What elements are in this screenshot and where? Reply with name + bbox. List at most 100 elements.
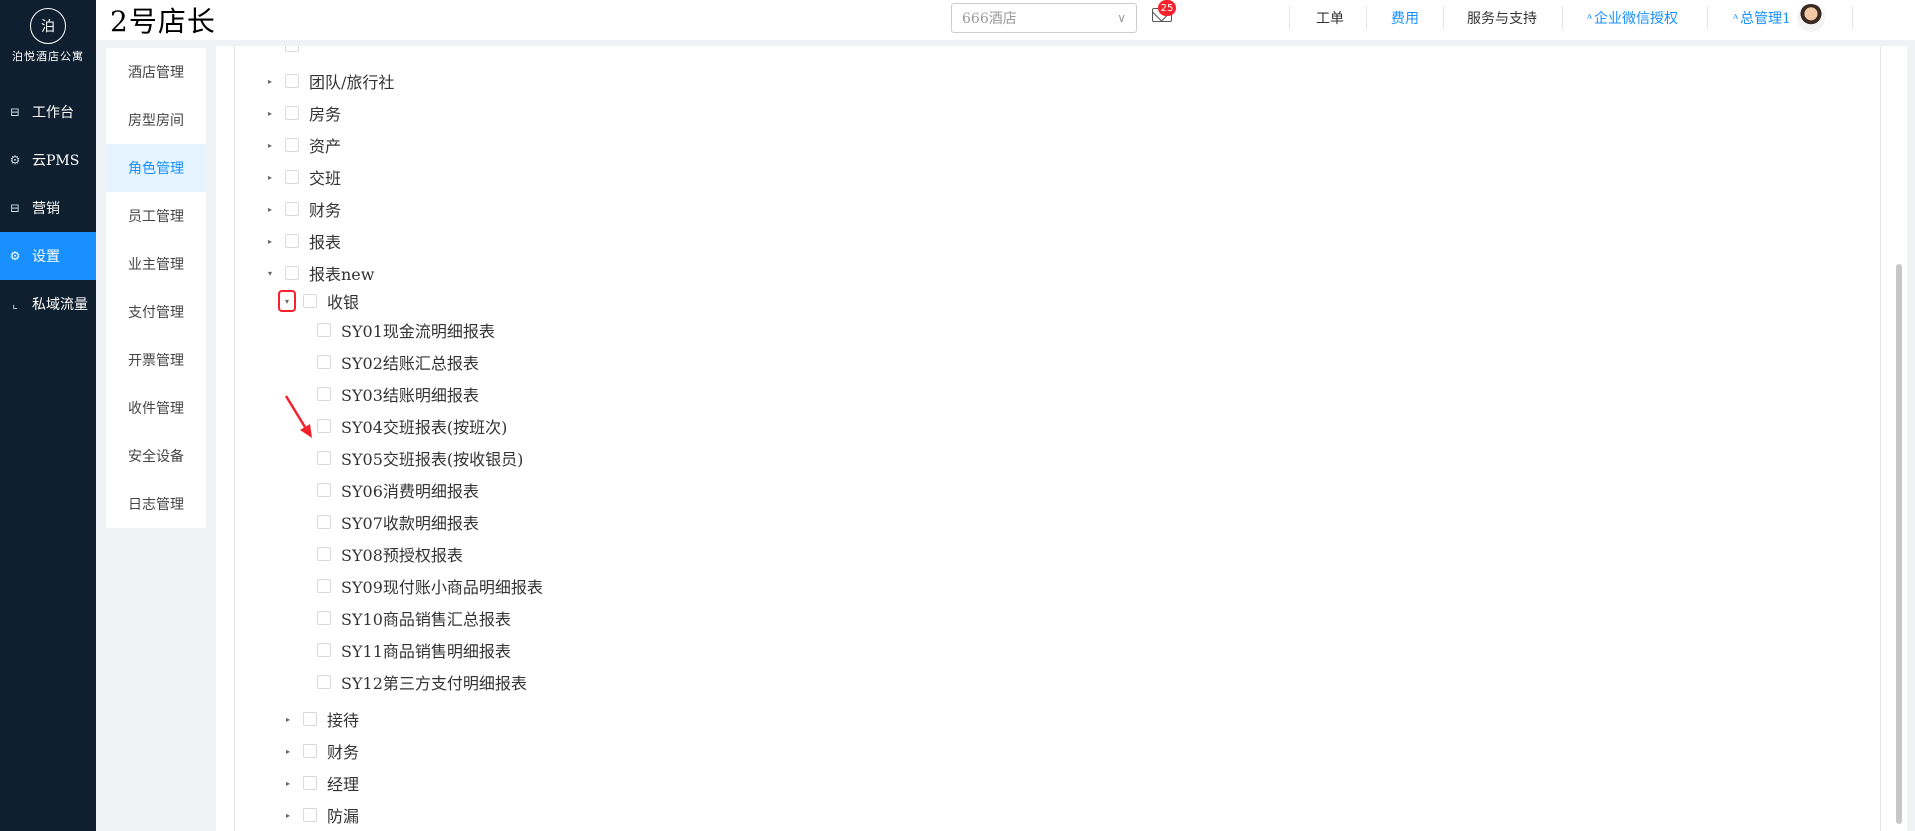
tree-checkbox[interactable] xyxy=(303,808,317,822)
tree-checkbox[interactable] xyxy=(317,675,331,689)
header-divider xyxy=(1289,6,1290,30)
tree-leaf: SY02结账汇总报表 xyxy=(317,351,479,373)
tree-node-subgroup: ▸ 接待 xyxy=(281,708,359,730)
tree-checkbox[interactable] xyxy=(317,323,331,337)
caret-right-icon[interactable]: ▸ xyxy=(263,106,277,120)
caret-right-icon[interactable]: ▸ xyxy=(263,234,277,248)
submenu-invoice-management[interactable]: 开票管理 xyxy=(106,336,206,384)
caret-right-icon[interactable]: ▸ xyxy=(263,74,277,88)
tree-leaf-label: SY11商品销售明细报表 xyxy=(341,642,511,661)
caret-down-icon[interactable]: ▾ xyxy=(263,266,277,280)
tree-node-group-expanded: ▾ 报表new xyxy=(263,262,375,284)
header-divider xyxy=(1852,6,1853,30)
submenu-security-devices[interactable]: 安全设备 xyxy=(106,432,206,480)
caret-right-icon[interactable]: ▸ xyxy=(263,138,277,152)
tree-leaf-label: SY07收款明细报表 xyxy=(341,514,479,533)
tree-checkbox[interactable] xyxy=(317,547,331,561)
sidebar-item-label: 设置 xyxy=(32,249,60,265)
nav-admin-user[interactable]: ᴬ 总管理1 xyxy=(1733,0,1791,36)
tree-leaf-label: SY12第三方支付明细报表 xyxy=(341,674,527,693)
tree-leaf-label: SY10商品销售汇总报表 xyxy=(341,610,511,629)
tree-node-subgroup: ▸ 防漏 xyxy=(281,804,359,826)
sidebar-item-settings[interactable]: ⚙ 设置 xyxy=(0,232,96,280)
sidebar-item-private-traffic[interactable]: ⌞ 私域流量 xyxy=(0,280,96,328)
submenu-payment-management[interactable]: 支付管理 xyxy=(106,288,206,336)
header-divider xyxy=(1562,6,1563,30)
logo-mark: 泊 xyxy=(30,8,66,44)
tree-leaf: SY06消费明细报表 xyxy=(317,479,479,501)
tree-node-group: ▸ 财务 xyxy=(263,198,341,220)
user-icon: ᴬ xyxy=(1733,11,1739,25)
caret-right-icon[interactable]: ▸ xyxy=(281,808,295,822)
tree-checkbox[interactable] xyxy=(285,46,299,52)
tree-node-group: ▸ 房务 xyxy=(263,102,341,124)
tree-checkbox[interactable] xyxy=(303,712,317,726)
hotel-select[interactable]: 666酒店 ∨ xyxy=(951,3,1137,33)
avatar[interactable] xyxy=(1797,4,1825,32)
content-scrollbar[interactable] xyxy=(1896,264,1902,824)
tree-checkbox[interactable] xyxy=(303,294,317,308)
tree-checkbox[interactable] xyxy=(285,202,299,216)
submenu-role-management[interactable]: 角色管理 xyxy=(106,144,206,192)
tree-leaf-label: SY02结账汇总报表 xyxy=(341,354,479,373)
tree-checkbox[interactable] xyxy=(285,138,299,152)
tree-checkbox[interactable] xyxy=(303,776,317,790)
nav-work-order[interactable]: 工单 xyxy=(1316,0,1344,36)
tree-checkbox[interactable] xyxy=(317,451,331,465)
tree-leaf: SY09现付账小商品明细报表 xyxy=(317,575,543,597)
caret-down-icon[interactable]: ▾ xyxy=(278,290,296,312)
tree-checkbox[interactable] xyxy=(285,74,299,88)
tree-checkbox[interactable] xyxy=(285,266,299,280)
sidebar-item-label: 私域流量 xyxy=(32,297,88,313)
logo: 泊 泊悦酒店公寓 xyxy=(0,0,96,88)
tree-checkbox[interactable] xyxy=(317,483,331,497)
tree-checkbox[interactable] xyxy=(303,744,317,758)
tree-node-label: 财务 xyxy=(309,201,342,220)
tree-node-label: 防漏 xyxy=(327,807,360,826)
tree-checkbox[interactable] xyxy=(285,170,299,184)
tree-leaf-label: SY09现付账小商品明细报表 xyxy=(341,578,543,597)
header-divider xyxy=(1366,6,1367,30)
submenu-hotel-management[interactable]: 酒店管理 xyxy=(106,48,206,96)
sidebar-item-marketing[interactable]: ⊟ 营销 xyxy=(0,184,96,232)
submenu-room-types[interactable]: 房型房间 xyxy=(106,96,206,144)
chevron-down-icon: ∨ xyxy=(1117,11,1126,25)
caret-right-icon[interactable]: ▸ xyxy=(263,170,277,184)
tree-leaf: SY04交班报表(按班次) xyxy=(317,415,507,437)
nav-admin-user-label: 总管理1 xyxy=(1740,11,1791,27)
tree-node-label: 收银 xyxy=(327,293,360,312)
submenu-log-management[interactable]: 日志管理 xyxy=(106,480,206,528)
tree-checkbox[interactable] xyxy=(317,579,331,593)
tree-node-group: ▸ 交班 xyxy=(263,166,341,188)
tree-checkbox[interactable] xyxy=(317,611,331,625)
sidebar-item-cloud-pms[interactable]: ⚙ 云PMS xyxy=(0,136,96,184)
nav-service-support[interactable]: 服务与支持 xyxy=(1467,0,1537,36)
submenu-receipt-management[interactable]: 收件管理 xyxy=(106,384,206,432)
submenu-staff-management[interactable]: 员工管理 xyxy=(106,192,206,240)
caret-right-icon[interactable]: ▸ xyxy=(281,776,295,790)
annotation-arrow-icon xyxy=(284,395,312,438)
tree-leaf: SY10商品销售汇总报表 xyxy=(317,607,511,629)
tree-leaf: SY12第三方支付明细报表 xyxy=(317,671,527,693)
tree-node-group: ▸ 团队/旅行社 xyxy=(263,70,394,92)
tree-node-label: 交班 xyxy=(309,169,342,188)
caret-right-icon[interactable]: ▸ xyxy=(281,712,295,726)
settings-submenu: 酒店管理 房型房间 角色管理 员工管理 业主管理 支付管理 开票管理 收件管理 … xyxy=(106,48,206,528)
sidebar-item-workbench[interactable]: ⊟ 工作台 xyxy=(0,88,96,136)
nav-wecom-auth[interactable]: ᴬ 企业微信授权 xyxy=(1587,0,1678,36)
tree-checkbox[interactable] xyxy=(317,355,331,369)
caret-right-icon[interactable]: ▸ xyxy=(281,744,295,758)
settings-icon: ⚙ xyxy=(9,249,21,263)
gear-icon: ⚙ xyxy=(9,153,21,167)
tree-node-group: ▸ 报表 xyxy=(263,230,341,252)
tree-leaf-label: SY06消费明细报表 xyxy=(341,482,479,501)
marketing-icon: ⊟ xyxy=(9,201,21,215)
nav-wecom-auth-label: 企业微信授权 xyxy=(1594,11,1679,27)
tree-checkbox[interactable] xyxy=(285,106,299,120)
tree-checkbox[interactable] xyxy=(285,234,299,248)
nav-fees[interactable]: 费用 xyxy=(1391,0,1419,36)
tree-checkbox[interactable] xyxy=(317,643,331,657)
caret-right-icon[interactable]: ▸ xyxy=(263,202,277,216)
submenu-owner-management[interactable]: 业主管理 xyxy=(106,240,206,288)
tree-checkbox[interactable] xyxy=(317,515,331,529)
